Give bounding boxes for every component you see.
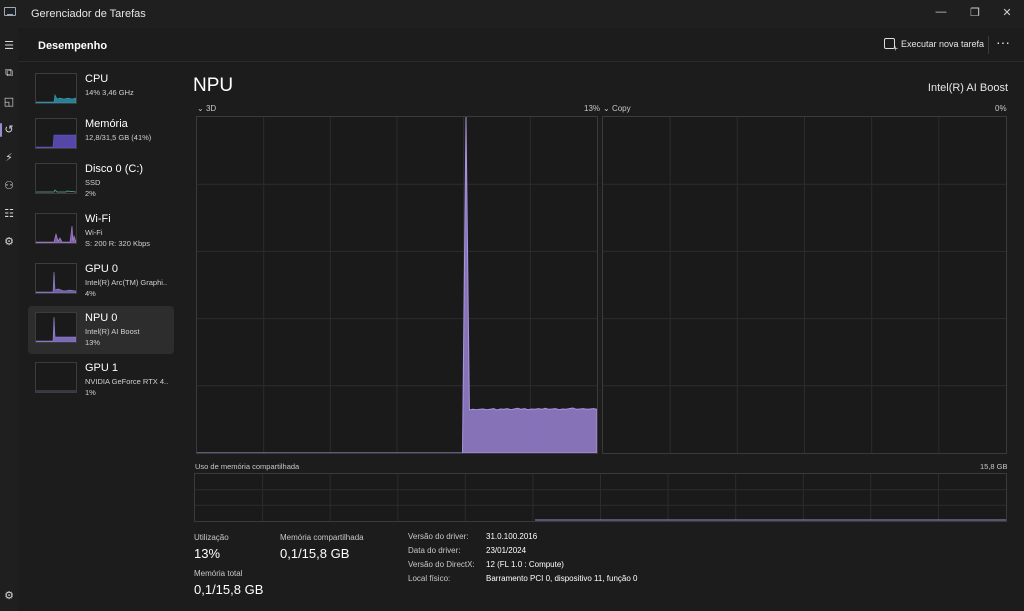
wifi-throughput: S: 200 R: 320 Kbps [85,239,151,248]
wifi-label: Wi-Fi [85,213,111,225]
directx-version-value: 12 (FL 1.0 : Compute) [486,560,564,569]
run-task-label: Executar nova tarefa [901,38,985,49]
sidebar-item-disk[interactable]: Disco 0 (C:) SSD 2% [28,157,174,205]
driver-version-value: 31.0.100.2016 [486,532,538,541]
minimize-button[interactable]: — [924,0,958,24]
graph-copy [602,116,1007,454]
run-new-task-button[interactable]: Executar nova tarefa [884,38,985,53]
gpu0-mini-graph [36,271,76,293]
gpu1-usage: 1% [85,388,96,397]
processes-icon[interactable]: ⧉ [2,66,16,80]
sidebar-item-memory[interactable]: Memória 12,8/31,5 GB (41%) [28,112,174,160]
driver-date-label: Data do driver: [408,546,461,555]
more-options-button[interactable]: ··· [996,34,1010,50]
physical-location-value: Barramento PCI 0, dispositivo 11, função… [486,574,638,583]
utilization-label: Utilização [194,533,229,542]
graph-3d-label: 3D [205,104,217,113]
disk-thumbnail [35,163,77,194]
chevron-down-icon: ⌄ [197,104,204,113]
npu0-usage: 13% [85,338,101,347]
sidebar-item-gpu0[interactable]: GPU 0 Intel(R) Arc(TM) Graphi.. 4% [28,257,174,305]
page-title: Desempenho [38,40,108,52]
gpu0-label: GPU 0 [85,263,119,275]
cpu-mini-graph [36,94,76,103]
gpu0-model: Intel(R) Arc(TM) Graphi.. [85,278,168,287]
details-icon[interactable]: ☷ [2,206,16,220]
graph-3d-value: 13% [584,104,601,113]
cpu-thumbnail [35,73,77,104]
driver-date-value: 23/01/2024 [486,546,527,555]
gpu1-model: NVIDIA GeForce RTX 4.. [85,377,169,386]
maximize-button[interactable]: ❐ [958,0,992,24]
memory-mini-graph [36,134,76,148]
shared-memory-stat-label: Memória compartilhada [280,533,364,542]
performance-icon[interactable]: ◱ [2,94,16,108]
gpu0-thumbnail [35,263,77,294]
window-title: Gerenciador de Tarefas [31,8,146,20]
shared-memory-stat-value: 0,1/15,8 GB [280,546,350,561]
total-memory-label: Memória total [194,569,243,578]
shared-memory-chart [195,474,1006,521]
task-manager-icon [4,7,16,16]
npu0-label: NPU 0 [85,312,118,324]
cpu-usage: 14% 3,46 GHz [85,88,134,97]
settings-icon[interactable]: ⚙ [2,588,16,602]
gpu1-thumbnail [35,362,77,393]
chevron-down-icon: ⌄ [603,104,610,113]
graph-3d [196,116,598,454]
shared-memory-max: 15,8 GB [980,462,1008,471]
graph-copy-dropdown[interactable]: ⌄ Copy [603,104,631,113]
graph-3d-chart [197,117,597,453]
sidebar-item-gpu1[interactable]: GPU 1 NVIDIA GeForce RTX 4.. 1% [28,356,174,404]
services-icon[interactable]: ⚙ [2,234,16,248]
driver-version-label: Versão do driver: [408,532,469,541]
disk-mini-graph [36,189,76,193]
directx-version-label: Versão do DirectX: [408,560,475,569]
graph-copy-value: 0% [995,104,1007,113]
shared-memory-graph [194,473,1007,522]
title-bar: Gerenciador de Tarefas — ❐ ✕ [0,0,1024,28]
npu-detail-panel: NPU Intel(R) AI Boost ⌄ 3D 13% ⌄ Copy 0%… [182,62,1024,611]
physical-location-label: Local físico: [408,574,451,583]
memory-usage: 12,8/31,5 GB (41%) [85,133,152,142]
history-icon[interactable]: ↺ [2,122,16,136]
gpu1-label: GPU 1 [85,362,119,374]
npu0-model: Intel(R) AI Boost [85,327,140,336]
total-memory-value: 0,1/15,8 GB [194,582,264,597]
device-title: NPU [193,75,234,96]
sidebar-item-cpu[interactable]: CPU 14% 3,46 GHz [28,67,174,115]
wifi-type: Wi-Fi [85,228,103,237]
navigation-rail: ☰ ⧉ ◱ ↺ ⚡ ⚇ ☷ ⚙ ⚙ [0,28,18,611]
npu0-mini-graph [36,316,76,342]
sidebar-item-npu0[interactable]: NPU 0 Intel(R) AI Boost 13% [28,306,174,354]
cpu-label: CPU [85,73,109,85]
gpu1-mini-graph [36,390,76,392]
performance-sidebar: CPU 14% 3,46 GHz Memória 12,8/31,5 GB (4… [18,62,182,611]
startup-icon[interactable]: ⚡ [2,150,16,164]
wifi-thumbnail [35,213,77,244]
memory-thumbnail [35,118,77,149]
gpu0-usage: 4% [85,289,96,298]
disk-type: SSD [85,178,101,187]
sidebar-item-wifi[interactable]: Wi-Fi Wi-Fi S: 200 R: 320 Kbps [28,207,174,255]
close-button[interactable]: ✕ [990,0,1024,24]
graph-3d-dropdown[interactable]: ⌄ 3D [197,104,216,113]
disk-usage: 2% [85,189,96,198]
disk-label: Disco 0 (C:) [85,163,144,175]
npu0-thumbnail [35,312,77,343]
graph-copy-label: Copy [611,104,631,113]
wifi-mini-graph [36,225,76,243]
utilization-value: 13% [194,546,221,561]
run-task-icon [884,38,898,53]
graph-copy-chart [603,117,1006,453]
memory-label: Memória [85,118,128,130]
shared-memory-label: Uso de memória compartilhada [195,462,300,471]
hamburger-icon[interactable]: ☰ [2,38,16,52]
header-divider [988,36,989,54]
page-header: Desempenho Executar nova tarefa ··· [18,28,1024,62]
users-icon[interactable]: ⚇ [2,178,16,192]
device-model: Intel(R) AI Boost [927,82,1008,94]
